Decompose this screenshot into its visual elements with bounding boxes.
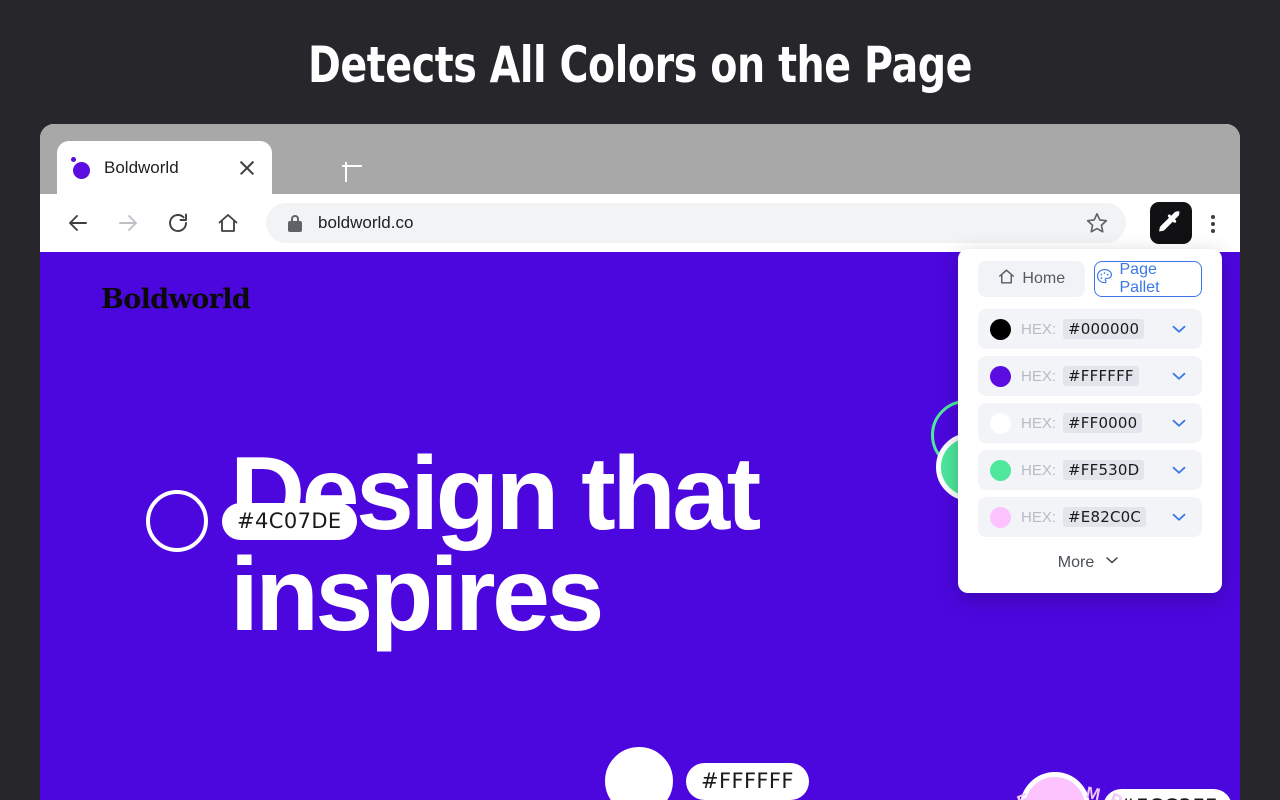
more-button[interactable]: More xyxy=(978,550,1202,575)
popup-tab-page-pallet-label: Page Pallet xyxy=(1119,261,1160,296)
circular-text-char: E xyxy=(1014,789,1033,800)
chevron-down-icon[interactable] xyxy=(1168,459,1190,481)
url-text: boldworld.co xyxy=(318,213,414,232)
hex-prefix: HEX: xyxy=(1021,508,1057,526)
hex-value: #FFFFFF xyxy=(1063,366,1139,386)
color-swatch xyxy=(990,318,1011,340)
color-row[interactable]: HEX: #E82C0C xyxy=(978,497,1202,537)
chevron-down-icon[interactable] xyxy=(1168,506,1190,528)
hex-prefix: HEX: xyxy=(1021,414,1057,432)
color-swatch xyxy=(990,506,1011,528)
hero-line-2: inspires xyxy=(230,536,604,653)
page-title: Detects All Colors on the Page xyxy=(307,36,973,94)
forward-arrow-icon[interactable] xyxy=(108,203,148,243)
home-icon xyxy=(997,267,1016,291)
popup-tab-home[interactable]: Home xyxy=(978,261,1085,297)
marker-hex-label: #FFFFFF xyxy=(686,762,809,800)
hex-prefix: HEX: xyxy=(1021,367,1057,385)
chevron-down-icon xyxy=(1102,550,1122,575)
color-swatch xyxy=(990,459,1011,481)
palette-icon xyxy=(1095,267,1114,291)
color-marker-purple: #4C07DE xyxy=(146,490,357,552)
color-list: HEX: #000000 HEX: #FFFFFF HEX: #FF0000 H… xyxy=(978,309,1202,537)
reload-icon[interactable] xyxy=(158,203,198,243)
site-logo: Boldworld xyxy=(101,284,251,315)
color-swatch xyxy=(990,365,1011,387)
chevron-down-icon[interactable] xyxy=(1168,365,1190,387)
three-dot-menu-icon[interactable] xyxy=(1200,203,1226,243)
close-icon[interactable] xyxy=(236,157,258,179)
color-marker-white: #FFFFFF xyxy=(605,747,809,800)
tab-strip: Boldworld xyxy=(40,124,1240,194)
browser-tab[interactable]: Boldworld xyxy=(57,141,272,194)
marker-hex-label: #4C07DE xyxy=(222,502,357,540)
purple-circle-icon xyxy=(71,156,93,179)
new-tab-button[interactable] xyxy=(336,150,368,182)
extension-popup: Home Page Pallet HEX: #000000 HEX: #FFFF… xyxy=(958,249,1222,593)
hex-value: #FF530D xyxy=(1063,460,1145,480)
bookmark-star-icon[interactable] xyxy=(1084,210,1110,236)
back-arrow-icon[interactable] xyxy=(58,203,98,243)
hex-value: #000000 xyxy=(1063,319,1145,339)
color-row[interactable]: HEX: #FF0000 xyxy=(978,403,1202,443)
more-label: More xyxy=(1057,553,1095,571)
circular-text-char: M xyxy=(1084,782,1103,800)
popup-tab-home-label: Home xyxy=(1022,270,1066,287)
hex-value: #E82C0C xyxy=(1063,507,1147,527)
eyedropper-icon[interactable] xyxy=(1150,202,1192,244)
home-icon[interactable] xyxy=(208,203,248,243)
color-row[interactable]: HEX: #FF530D xyxy=(978,450,1202,490)
color-row[interactable]: HEX: #FFFFFF xyxy=(978,356,1202,396)
marker-dot xyxy=(605,747,673,800)
address-bar[interactable]: boldworld.co xyxy=(266,203,1126,243)
tab-title: Boldworld xyxy=(104,157,179,177)
circular-text-char: P xyxy=(1107,789,1125,800)
marker-ring xyxy=(146,490,208,552)
chevron-down-icon[interactable] xyxy=(1168,412,1190,434)
color-swatch xyxy=(990,412,1011,434)
hex-prefix: HEX: xyxy=(1021,320,1057,338)
hex-value: #FF0000 xyxy=(1063,413,1143,433)
circular-text-char: I xyxy=(1067,782,1073,800)
circular-text: RTHEIMPOAHEALTH xyxy=(920,767,1220,800)
lock-icon xyxy=(288,214,302,232)
popup-tab-page-pallet[interactable]: Page Pallet xyxy=(1093,261,1202,297)
browser-toolbar: boldworld.co xyxy=(40,194,1240,252)
hex-prefix: HEX: xyxy=(1021,461,1057,479)
color-row[interactable]: HEX: #000000 xyxy=(978,309,1202,349)
chevron-down-icon[interactable] xyxy=(1168,318,1190,340)
popup-tab-bar: Home Page Pallet xyxy=(978,261,1202,297)
